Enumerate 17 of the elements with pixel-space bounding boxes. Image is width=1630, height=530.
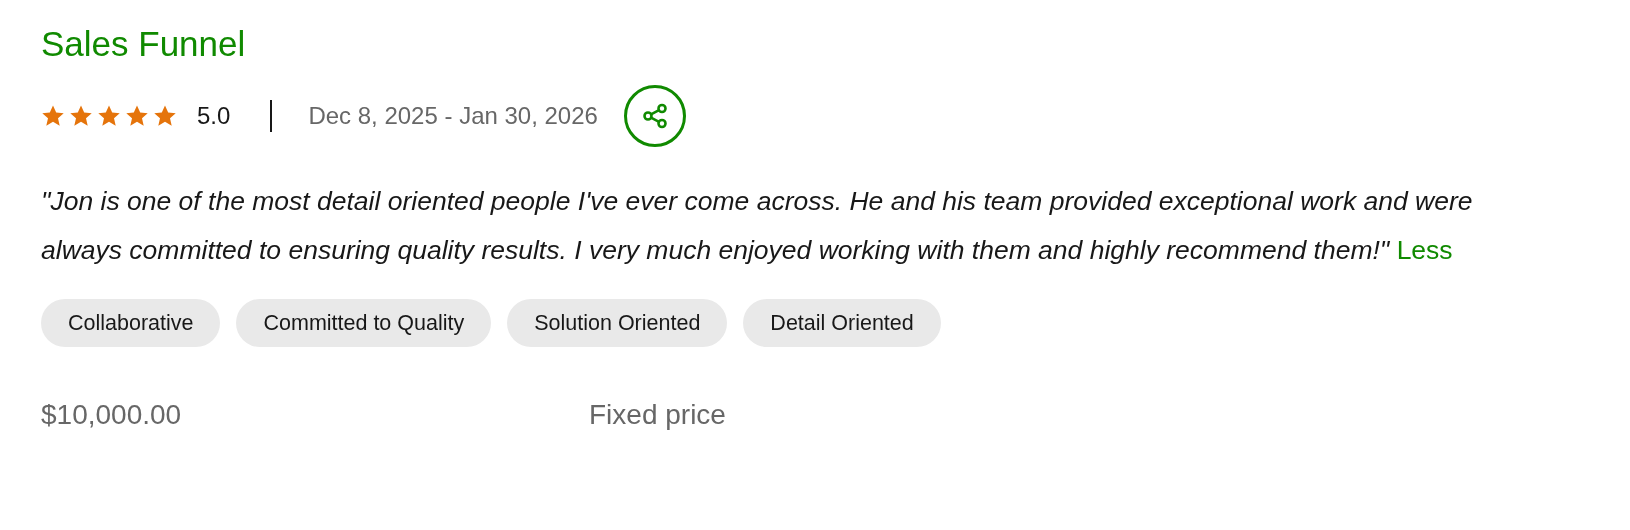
star-icon [153, 104, 177, 128]
skill-tag: Detail Oriented [743, 299, 941, 347]
skill-tag: Collaborative [41, 299, 221, 347]
star-icon [97, 104, 121, 128]
less-link[interactable]: Less [1396, 235, 1453, 265]
rating-score: 5.0 [197, 102, 231, 130]
star-icon [69, 104, 93, 128]
star-icon [41, 104, 65, 128]
star-icon [125, 104, 149, 128]
project-title[interactable]: Sales Funnel [41, 22, 246, 66]
price: $10,000.00 [41, 399, 183, 431]
skill-tag: Committed to Quality [236, 299, 492, 347]
review-text: "Jon is one of the most detail oriented people I've ever come across. He and his team provided exceptional work and were always committed to ensuring quality results. I very much enjoyed working with them and highly recommend them!" Less [41, 185, 1474, 267]
date-range: Dec 8, 2025 - Jan 30, 2026 [308, 102, 598, 130]
price-type: Fixed price [589, 399, 726, 431]
share-icon [641, 103, 668, 129]
skill-tag: Solution Oriented [507, 299, 728, 347]
